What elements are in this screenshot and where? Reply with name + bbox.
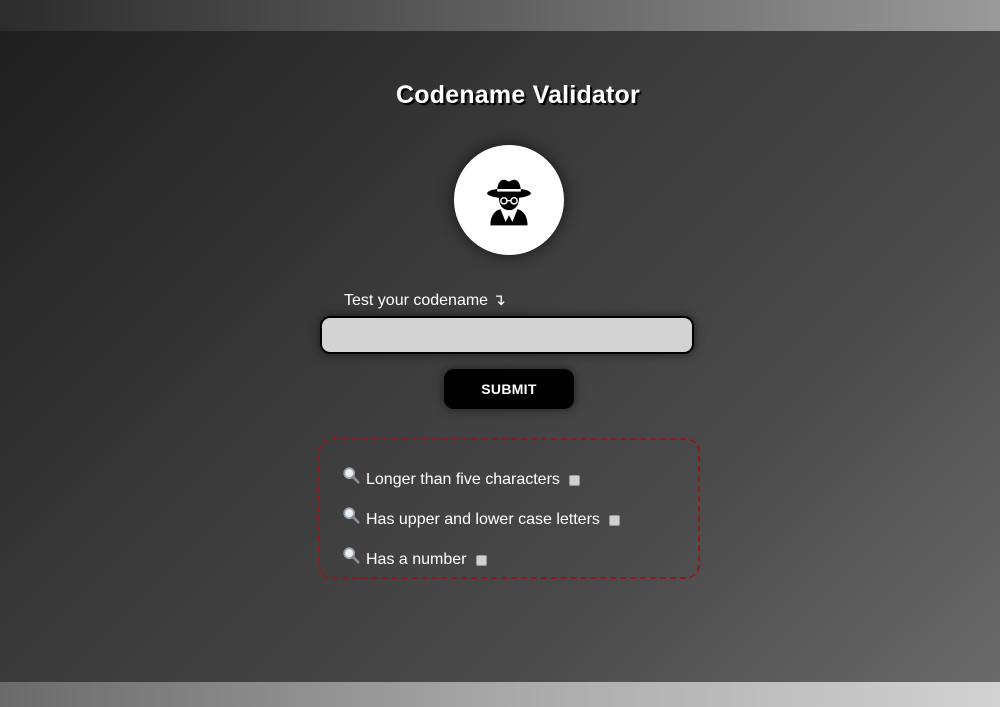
avatar xyxy=(454,145,564,255)
bottom-banner-strip xyxy=(0,682,1000,707)
check-item-label: Has upper and lower case letters xyxy=(366,511,600,528)
number-checkbox[interactable] xyxy=(475,554,487,566)
magnifier-icon xyxy=(343,507,360,524)
check-item-label: Has a number xyxy=(366,551,467,568)
magnifier-icon xyxy=(343,547,360,564)
spy-icon xyxy=(487,179,531,226)
codename-input[interactable] xyxy=(320,316,694,354)
magnifier-icon xyxy=(343,467,360,484)
check-item-length: Longer than five characters xyxy=(342,467,580,492)
check-item-case: Has upper and lower case letters xyxy=(342,507,620,532)
validation-checklist: Longer than five characters Has upper an… xyxy=(318,438,700,579)
page-title: Codename Validator xyxy=(396,81,640,109)
case-checkbox[interactable] xyxy=(608,514,620,526)
check-item-number: Has a number xyxy=(342,547,487,572)
check-item-label: Longer than five characters xyxy=(366,471,560,488)
top-banner-strip xyxy=(0,0,1000,31)
submit-button[interactable]: SUBMIT xyxy=(444,369,574,409)
length-checkbox[interactable] xyxy=(568,474,580,486)
main-panel: Codename Validator Test your codename ↴ … xyxy=(0,31,1000,682)
codename-input-label: Test your codename ↴ xyxy=(344,292,506,309)
